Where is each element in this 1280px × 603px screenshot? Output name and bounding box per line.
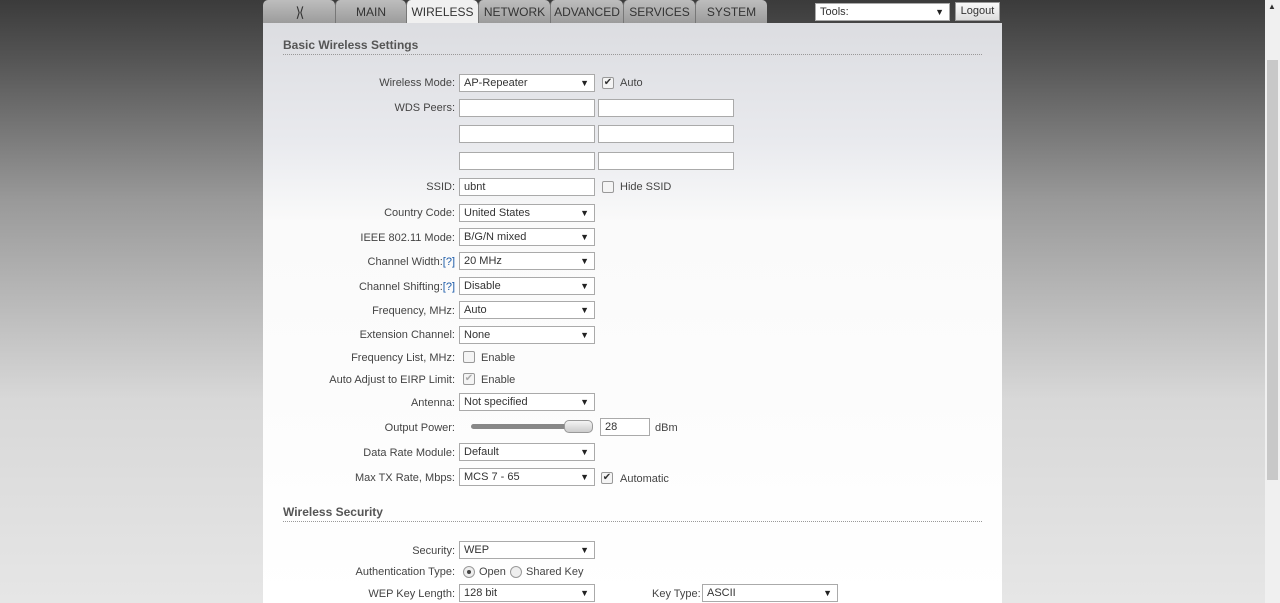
label-max-tx-rate: Max TX Rate, Mbps:	[354, 472, 455, 484]
tools-select[interactable]: Tools:	[815, 3, 950, 21]
frequency-select[interactable]: Auto	[459, 301, 595, 319]
logout-button[interactable]: Logout	[955, 2, 1000, 21]
label-frequency-list: Frequency List, MHz:	[351, 352, 455, 364]
ieee-mode-select[interactable]: B/G/N mixed	[459, 228, 595, 246]
extension-channel-select[interactable]: None	[459, 326, 595, 344]
label-channel-width: Channel Width:	[367, 256, 443, 268]
label-output-power: Output Power:	[384, 422, 455, 434]
channel-width-select[interactable]: 20 MHz	[459, 252, 595, 270]
max-tx-rate-select[interactable]: MCS 7 - 65	[459, 468, 595, 486]
hide-ssid-label: Hide SSID	[620, 181, 672, 193]
label-wep-key-length: WEP Key Length:	[368, 588, 455, 600]
label-ssid: SSID:	[426, 181, 455, 193]
channel-shifting-select[interactable]: Disable	[459, 277, 595, 295]
label-ieee-mode: IEEE 802.11 Mode:	[360, 232, 455, 244]
scroll-up-icon[interactable]: ▲	[1268, 2, 1276, 11]
dbm-unit-label: dBm	[655, 422, 678, 434]
tab-services[interactable]: SERVICES	[623, 0, 695, 23]
data-rate-module-select[interactable]: Default	[459, 443, 595, 461]
section-wireless-security: Wireless Security	[283, 505, 982, 522]
label-frequency: Frequency, MHz:	[372, 305, 455, 317]
label-key-type: Key Type:	[652, 588, 701, 600]
security-select[interactable]: WEP	[459, 541, 595, 559]
ubiquiti-logo-icon: ⟩⟨	[295, 4, 305, 20]
output-power-input[interactable]: 28	[600, 418, 650, 436]
label-authentication-type: Authentication Type:	[355, 566, 455, 578]
label-country: Country Code:	[384, 207, 455, 219]
eirp-checkbox[interactable]: ✔	[463, 373, 475, 385]
automatic-label: Automatic	[620, 473, 669, 485]
wds-peer-4[interactable]	[598, 125, 734, 143]
tab-network[interactable]: NETWORK	[478, 0, 550, 23]
tab-system[interactable]: SYSTEM	[695, 0, 767, 23]
auth-shared-key-label: Shared Key	[526, 566, 584, 578]
auto-label: Auto	[620, 77, 643, 89]
wds-peer-1[interactable]	[459, 99, 595, 117]
logo-tab[interactable]: ⟩⟨	[263, 0, 335, 23]
label-channel-shifting: Channel Shifting:	[358, 281, 443, 293]
output-power-slider-track[interactable]	[471, 424, 571, 429]
label-antenna: Antenna:	[410, 397, 455, 409]
label-extension-channel: Extension Channel:	[359, 329, 455, 341]
hide-ssid-checkbox[interactable]	[602, 181, 614, 193]
tab-main[interactable]: MAIN	[335, 0, 406, 23]
ssid-input[interactable]: ubnt	[459, 178, 595, 196]
wep-key-length-select[interactable]: 128 bit	[459, 584, 595, 602]
label-security: Security:	[412, 545, 455, 557]
section-basic-wireless: Basic Wireless Settings	[283, 38, 982, 55]
wds-peer-2[interactable]	[598, 99, 734, 117]
scrollbar-thumb[interactable]	[1267, 60, 1278, 480]
eirp-enable-label: Enable	[481, 374, 516, 386]
wds-peer-5[interactable]	[459, 152, 595, 170]
label-wds-peers: WDS Peers:	[394, 102, 455, 114]
frequency-list-checkbox[interactable]	[463, 351, 475, 363]
tab-advanced[interactable]: ADVANCED	[550, 0, 623, 23]
wds-peer-6[interactable]	[598, 152, 734, 170]
key-type-select[interactable]: ASCII	[702, 584, 838, 602]
auth-open-radio[interactable]	[463, 566, 475, 578]
auth-open-label: Open	[479, 566, 506, 578]
auto-checkbox[interactable]: ✔	[602, 77, 614, 89]
label-eirp: Auto Adjust to EIRP Limit:	[329, 374, 455, 386]
label-data-rate-module: Data Rate Module:	[363, 447, 455, 459]
wds-peer-3[interactable]	[459, 125, 595, 143]
output-power-slider-handle[interactable]	[564, 420, 593, 433]
label-wireless-mode: Wireless Mode:	[379, 77, 455, 89]
channel-shifting-help-link[interactable]: [?]	[443, 281, 455, 293]
scrollbar[interactable]: ▲	[1265, 0, 1280, 603]
tab-wireless[interactable]: WIRELESS	[406, 0, 478, 24]
wireless-mode-select[interactable]: AP-Repeater	[459, 74, 595, 92]
country-select[interactable]: United States	[459, 204, 595, 222]
auth-shared-key-radio[interactable]	[510, 566, 522, 578]
channel-width-help-link[interactable]: [?]	[443, 256, 455, 268]
frequency-list-enable-label: Enable	[481, 352, 516, 364]
automatic-checkbox[interactable]: ✔	[601, 472, 613, 484]
antenna-select[interactable]: Not specified	[459, 393, 595, 411]
